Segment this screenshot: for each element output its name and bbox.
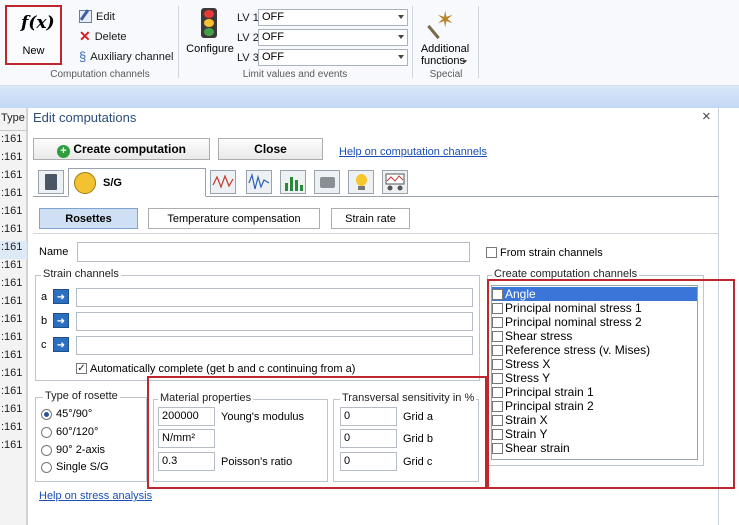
additional-functions-button[interactable]: ✶ Additional functions (416, 6, 474, 68)
blue-band (0, 86, 739, 108)
edit-icon (79, 9, 92, 23)
recorder-tab-icon[interactable] (382, 170, 408, 194)
list-item[interactable]: :161 (0, 223, 27, 241)
pick-channel-c-button[interactable]: ➜ (53, 337, 69, 352)
delete-icon: ✕ (79, 28, 91, 44)
waveform-tab-icon[interactable] (210, 170, 236, 194)
list-item[interactable]: :161 (0, 385, 27, 403)
rosette-single-radio[interactable] (41, 462, 52, 473)
create-computation-button[interactable]: + Create computation (33, 138, 210, 160)
channel-a-label: a (41, 291, 48, 303)
chevron-down-icon (398, 35, 404, 39)
channel-c-input[interactable] (76, 336, 473, 355)
list-item[interactable]: :161 (0, 169, 27, 187)
group-label-special: Special (429, 69, 463, 80)
help-stress-analysis-link[interactable]: Help on stress analysis (39, 490, 152, 502)
strain-channels-legend: Strain channels (41, 268, 121, 280)
strain-gauge-icon (74, 172, 96, 194)
auxiliary-channel-button[interactable]: § Auxiliary channel (79, 50, 173, 63)
group-label-limits: Limit values and events (242, 69, 348, 80)
auxiliary-icon: § (79, 49, 87, 64)
highlight-box-channels (487, 279, 735, 489)
lv3-label: LV 3 (237, 52, 259, 64)
rosette-60-radio[interactable] (41, 427, 52, 438)
tab-temperature-compensation[interactable]: Temperature compensation (148, 208, 320, 229)
list-item[interactable]: :161 (0, 439, 27, 457)
name-input[interactable] (77, 242, 470, 262)
chevron-down-icon (398, 15, 404, 19)
traffic-light-icon (201, 8, 217, 38)
from-strain-label: From strain channels (500, 247, 603, 259)
list-item[interactable]: :161 (0, 403, 27, 421)
ribbon-separator (412, 6, 413, 78)
lv1-select[interactable]: OFF (258, 9, 408, 26)
signal-tab-icon[interactable] (246, 170, 272, 194)
edit-button[interactable]: Edit (79, 9, 115, 23)
list-item[interactable]: :161 (0, 241, 27, 259)
device-tab-icon[interactable] (314, 170, 340, 194)
channel-a-input[interactable] (76, 288, 473, 307)
pick-channel-b-button[interactable]: ➜ (53, 313, 69, 328)
list-item[interactable]: :161 (0, 151, 27, 169)
list-item[interactable]: :161 (0, 349, 27, 367)
list-item[interactable]: :161 (0, 187, 27, 205)
delete-button[interactable]: ✕ Delete (79, 28, 127, 44)
calculator-tab-icon[interactable] (38, 170, 64, 194)
magic-wand-icon: ✶ (436, 7, 455, 32)
list-item[interactable]: :161 (0, 259, 27, 277)
rosette-90-label: 90° 2-axis (56, 444, 106, 456)
lv2-label: LV 2 (237, 32, 259, 44)
ribbon-separator (178, 6, 179, 78)
lv3-select[interactable]: OFF (258, 49, 408, 66)
rosette-60-label: 60°/120° (56, 426, 99, 438)
configure-button[interactable]: Configure (185, 6, 235, 58)
channel-b-label: b (41, 315, 48, 327)
list-item[interactable]: :161 (0, 205, 27, 223)
new-button[interactable]: f(x) New (5, 5, 62, 65)
rosette-45-radio[interactable] (41, 409, 52, 420)
list-item[interactable]: :161 (0, 421, 27, 439)
list-item[interactable]: :161 (0, 367, 27, 385)
list-item[interactable]: :161 (0, 295, 27, 313)
pick-channel-a-button[interactable]: ➜ (53, 289, 69, 304)
list-item[interactable]: :161 (0, 313, 27, 331)
lv2-select[interactable]: OFF (258, 29, 408, 46)
dialog-title: Edit computations (33, 110, 137, 125)
list-item[interactable]: :161 (0, 277, 27, 295)
from-strain-checkbox[interactable] (486, 247, 497, 258)
dropdown-arrow-icon (463, 60, 467, 63)
help-computation-channels-link[interactable]: Help on computation channels (339, 146, 487, 158)
channel-b-input[interactable] (76, 312, 473, 331)
name-label: Name (39, 246, 69, 258)
content-panel-border (33, 233, 719, 234)
rosette-45-label: 45°/90° (56, 408, 93, 420)
histogram-tab-icon[interactable] (280, 170, 306, 194)
close-button[interactable]: Close (218, 138, 323, 160)
strip-divider (0, 130, 27, 131)
strip-header: Type (1, 112, 25, 124)
tab-rosettes[interactable]: Rosettes (39, 208, 138, 229)
channel-c-label: c (41, 339, 47, 351)
rosette-single-label: Single S/G (56, 461, 109, 473)
auto-complete-label: Automatically complete (get b and c cont… (90, 363, 356, 375)
new-label: New (22, 45, 45, 57)
auto-complete-checkbox[interactable]: ✓ (76, 363, 87, 374)
tab-strain-rate[interactable]: Strain rate (331, 208, 410, 229)
ribbon-separator (478, 6, 479, 78)
group-label-computation: Computation channels (50, 69, 150, 80)
list-item[interactable]: :161 (0, 133, 27, 151)
close-icon[interactable]: × (702, 108, 711, 125)
function-icon: f(x) (21, 13, 55, 33)
lv1-label: LV 1 (237, 12, 259, 24)
rosette-90-radio[interactable] (41, 445, 52, 456)
plus-icon: + (56, 145, 70, 158)
list-item[interactable]: :161 (0, 331, 27, 349)
rosette-type-legend: Type of rosette (43, 390, 120, 402)
lightbulb-tab-icon[interactable] (348, 170, 374, 194)
highlight-box-properties (147, 376, 487, 489)
tab-sg[interactable]: S/G (68, 168, 206, 197)
chevron-down-icon (398, 55, 404, 59)
